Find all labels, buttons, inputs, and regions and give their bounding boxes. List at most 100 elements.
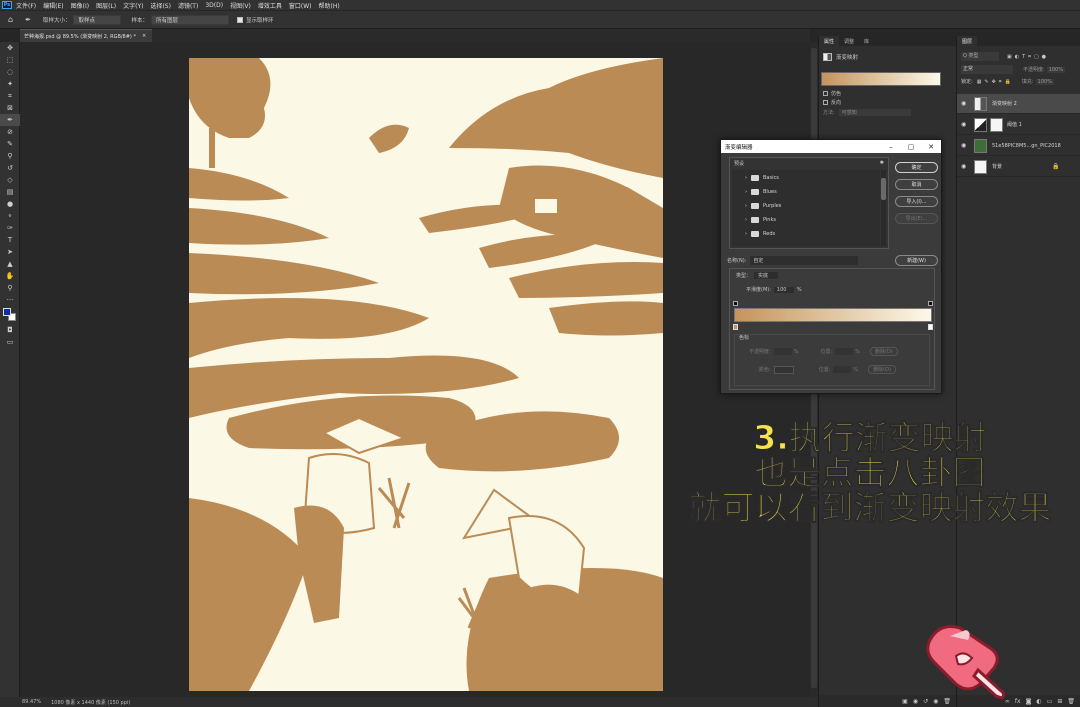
preset-folder-blues[interactable]: › Blues xyxy=(745,186,777,198)
filter-icons[interactable]: ▣◐T⌗▢● xyxy=(1007,54,1049,60)
menu-bar: Ps 文件(F) 编辑(E) 图像(I) 图层(L) 文字(Y) 选择(S) 滤… xyxy=(0,0,1080,10)
blend-mode-select[interactable]: 正常 xyxy=(961,65,1013,74)
gradient-preview-bar[interactable] xyxy=(734,308,932,322)
new-adjustment-icon[interactable]: ◐ xyxy=(1036,698,1041,705)
dither-checkbox[interactable] xyxy=(823,91,828,96)
menu-view[interactable]: 视图(V) xyxy=(230,1,251,10)
visibility-eye-icon[interactable]: ◉ xyxy=(961,100,969,107)
layer-background[interactable]: ◉ 背景 🔒 xyxy=(957,157,1080,177)
preset-folder-basics[interactable]: › Basics xyxy=(745,172,779,184)
close-tab-icon[interactable]: × xyxy=(142,33,146,39)
opacity-field[interactable]: 100% xyxy=(1046,66,1065,73)
tab-layers[interactable]: 图层 xyxy=(957,36,978,46)
opacity-stop-right[interactable] xyxy=(928,301,933,306)
menu-image[interactable]: 图像(I) xyxy=(71,1,89,10)
close-icon[interactable]: ✕ xyxy=(921,140,941,153)
blur-tool-icon[interactable]: ● xyxy=(0,198,20,210)
opacity-stop-left[interactable] xyxy=(733,301,738,306)
layer-filter-search[interactable]: Q 类型 xyxy=(961,52,999,61)
brush-tool-icon[interactable]: ✎ xyxy=(0,138,20,150)
zoom-tool-icon[interactable]: ⚲ xyxy=(0,282,20,294)
visibility-eye-icon[interactable]: ◉ xyxy=(961,121,969,128)
screen-mode-icon[interactable]: ▭ xyxy=(0,336,20,348)
menu-window[interactable]: 窗口(W) xyxy=(289,1,312,10)
magic-wand-tool-icon[interactable]: ✦ xyxy=(0,78,20,90)
presets-gear-icon[interactable]: ✱ xyxy=(880,160,884,167)
path-select-icon[interactable]: ➤ xyxy=(0,246,20,258)
visibility-eye-icon[interactable]: ◉ xyxy=(961,142,969,149)
shape-tool-icon[interactable]: ▲ xyxy=(0,258,20,270)
new-gradient-button[interactable]: 新建(W) xyxy=(895,255,938,266)
lock-icons[interactable]: ▦✎✥⌗🔒 xyxy=(977,79,1014,85)
document-tab[interactable]: 芒种海报.psd @ 89.5% (渐变映射 2, RGB/8#) * × xyxy=(20,29,152,42)
eyedropper-tool-icon[interactable]: ✒ xyxy=(25,13,31,26)
add-mask-icon[interactable]: ◙ xyxy=(1026,698,1032,705)
eraser-tool-icon[interactable]: ◇ xyxy=(0,174,20,186)
preset-folder-pinks[interactable]: › Pinks xyxy=(745,214,776,226)
sample-size-select[interactable]: 取样点 xyxy=(73,14,122,25)
new-layer-icon[interactable]: ⊞ xyxy=(1057,698,1062,705)
layer-threshold-1[interactable]: ◉ 阈值 1 xyxy=(957,115,1080,135)
healing-brush-icon[interactable]: ⊘ xyxy=(0,126,20,138)
menu-filter[interactable]: 滤镜(T) xyxy=(178,1,198,10)
fill-field[interactable]: 100% xyxy=(1035,78,1054,85)
preset-folder-reds[interactable]: › Reds xyxy=(745,228,775,240)
document-canvas[interactable] xyxy=(189,58,663,691)
pen-tool-icon[interactable]: ✑ xyxy=(0,222,20,234)
visibility-eye-icon[interactable]: ◉ xyxy=(961,163,969,170)
preset-folder-purples[interactable]: › Purples xyxy=(745,200,781,212)
minimize-icon[interactable]: – xyxy=(881,140,901,153)
view-previous-icon[interactable]: ◉ xyxy=(913,698,918,705)
menu-plugins[interactable]: 增效工具 xyxy=(258,1,282,10)
menu-edit[interactable]: 编辑(E) xyxy=(43,1,63,10)
smoothness-input[interactable]: 100 xyxy=(773,286,794,293)
type-select[interactable]: 实底 xyxy=(754,272,779,279)
marquee-tool-icon[interactable]: ⬚ xyxy=(0,54,20,66)
fx-icon[interactable]: fx xyxy=(1015,698,1021,705)
history-brush-icon[interactable]: ↺ xyxy=(0,162,20,174)
move-tool-icon[interactable]: ✥ xyxy=(0,42,20,54)
tab-adjustments[interactable]: 调整 xyxy=(839,36,859,46)
layer-gradient-map-2[interactable]: ◉ 渐变映射 2 xyxy=(957,94,1080,114)
home-icon[interactable]: ⌂ xyxy=(8,13,13,26)
color-stop-right[interactable] xyxy=(928,324,933,330)
maximize-icon[interactable]: ▢ xyxy=(901,140,921,153)
tab-properties[interactable]: 属性 xyxy=(819,36,840,46)
color-swatches-icon[interactable] xyxy=(0,306,20,324)
menu-type[interactable]: 文字(Y) xyxy=(123,1,143,10)
properties-gradient-bar[interactable] xyxy=(821,72,941,86)
type-tool-icon[interactable]: T xyxy=(0,234,20,246)
dialog-titlebar[interactable]: 渐变编辑器 – ▢ ✕ xyxy=(721,140,941,153)
method-select[interactable]: 可感知 xyxy=(838,109,911,116)
presets-scrollbar[interactable] xyxy=(881,170,886,246)
sample-select[interactable]: 所有图层 xyxy=(150,14,229,25)
menu-file[interactable]: 文件(F) xyxy=(16,1,36,10)
menu-help[interactable]: 帮助(H) xyxy=(319,1,340,10)
menu-3d[interactable]: 3D(D) xyxy=(205,2,223,9)
new-group-icon[interactable]: ▭ xyxy=(1047,698,1053,705)
quick-mask-icon[interactable]: ◘ xyxy=(0,324,20,336)
ok-button[interactable]: 确定 xyxy=(895,162,938,173)
reverse-checkbox[interactable] xyxy=(823,100,828,105)
menu-layer[interactable]: 图层(L) xyxy=(96,1,116,10)
stamp-tool-icon[interactable]: ⚲ xyxy=(0,150,20,162)
crop-tool-icon[interactable]: ⌗ xyxy=(0,90,20,102)
eyedropper-icon[interactable]: ✒ xyxy=(0,114,20,126)
hand-tool-icon[interactable]: ✋ xyxy=(0,270,20,282)
import-button[interactable]: 导入(I)... xyxy=(895,196,938,207)
frame-tool-icon[interactable]: ⊠ xyxy=(0,102,20,114)
layer-image[interactable]: ◉ 51e58PIC8M5...gn_PIC2018 xyxy=(957,136,1080,156)
gradient-tool-icon[interactable]: ▤ xyxy=(0,186,20,198)
more-tools-icon[interactable]: ··· xyxy=(0,294,20,306)
menu-select[interactable]: 选择(S) xyxy=(150,1,171,10)
tab-libraries[interactable]: 库 xyxy=(859,36,874,46)
color-stop-left[interactable] xyxy=(733,324,738,330)
lasso-tool-icon[interactable]: ◌ xyxy=(0,66,20,78)
name-input[interactable]: 自定 xyxy=(750,256,859,265)
show-ring-checkbox[interactable] xyxy=(236,16,243,23)
cancel-button[interactable]: 取消 xyxy=(895,179,938,190)
dodge-tool-icon[interactable]: ⚬ xyxy=(0,210,20,222)
clip-to-layer-icon[interactable]: ▣ xyxy=(902,698,908,705)
delete-layer-icon[interactable]: 🗑 xyxy=(1067,698,1075,705)
zoom-readout[interactable]: 89.47% xyxy=(22,699,41,705)
